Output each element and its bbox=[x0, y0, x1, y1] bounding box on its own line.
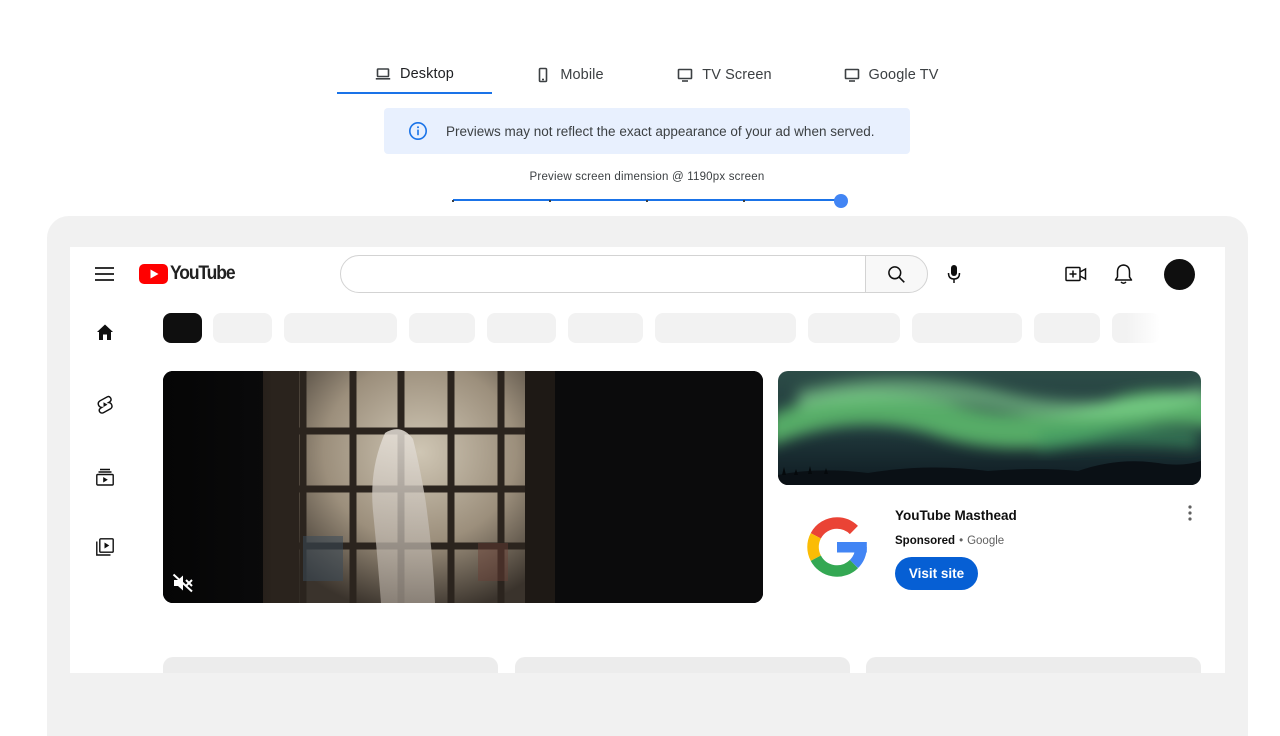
youtube-preview-screen: YouTube YouTube Masthead Sponsored • Goo… bbox=[70, 247, 1225, 673]
chip[interactable] bbox=[163, 313, 202, 343]
tab-google-tv[interactable]: Google TV bbox=[802, 56, 980, 94]
meta-separator: • bbox=[959, 535, 964, 547]
tab-label: TV Screen bbox=[702, 67, 772, 83]
youtube-logo[interactable]: YouTube bbox=[139, 263, 240, 285]
search-icon bbox=[888, 265, 905, 283]
preview-dimension-slider[interactable] bbox=[452, 192, 848, 210]
create-button[interactable] bbox=[1065, 263, 1087, 285]
create-video-icon bbox=[1065, 266, 1087, 282]
google-logo bbox=[807, 517, 867, 577]
masthead-video[interactable] bbox=[163, 371, 763, 603]
laptop-icon bbox=[375, 68, 391, 80]
youtube-play-icon bbox=[139, 264, 168, 284]
tab-tv-screen[interactable]: TV Screen bbox=[647, 56, 802, 94]
chip[interactable] bbox=[409, 313, 475, 343]
chip[interactable] bbox=[912, 313, 1022, 343]
slider-tick bbox=[743, 200, 745, 202]
slider-tick bbox=[646, 200, 648, 202]
voice-search-button[interactable] bbox=[943, 263, 965, 285]
masthead-companion-banner[interactable] bbox=[778, 371, 1201, 485]
aurora-image bbox=[778, 371, 1201, 485]
tv-icon bbox=[844, 68, 859, 82]
preview-dimension-label: Preview screen dimension @ 1190px screen bbox=[529, 171, 765, 183]
tab-label: Mobile bbox=[560, 67, 604, 83]
slider-tick bbox=[452, 200, 454, 202]
avatar[interactable] bbox=[1164, 259, 1195, 290]
ad-title: YouTube Masthead bbox=[895, 508, 1017, 523]
visit-site-button[interactable]: Visit site bbox=[895, 557, 978, 590]
search-button[interactable] bbox=[865, 255, 928, 293]
advertiser-name: Google bbox=[967, 535, 1005, 547]
chip[interactable] bbox=[1112, 313, 1160, 343]
bell-icon bbox=[1114, 264, 1132, 284]
info-icon bbox=[409, 122, 427, 140]
tv-icon bbox=[677, 68, 693, 82]
phone-icon bbox=[539, 67, 548, 83]
youtube-wordmark: YouTube bbox=[170, 263, 236, 284]
shorts-icon[interactable] bbox=[95, 394, 115, 414]
sponsored-label: Sponsored bbox=[895, 535, 956, 547]
subscriptions-icon[interactable] bbox=[95, 467, 115, 487]
video-card-placeholder bbox=[163, 657, 498, 673]
device-tabs: Desktop Mobile TV Screen Google TV bbox=[337, 56, 980, 96]
info-banner: Previews may not reflect the exact appea… bbox=[384, 108, 910, 154]
chip[interactable] bbox=[213, 313, 272, 343]
menu-icon[interactable] bbox=[95, 265, 115, 283]
slider-tick bbox=[549, 200, 551, 202]
info-banner-text: Previews may not reflect the exact appea… bbox=[446, 123, 875, 139]
notifications-button[interactable] bbox=[1112, 262, 1134, 286]
tab-label: Desktop bbox=[400, 66, 454, 82]
chip[interactable] bbox=[808, 313, 900, 343]
chip[interactable] bbox=[568, 313, 643, 343]
search-input[interactable] bbox=[340, 255, 866, 293]
video-frame bbox=[163, 371, 763, 603]
tab-label: Google TV bbox=[868, 67, 939, 83]
chip[interactable] bbox=[1034, 313, 1100, 343]
chip[interactable] bbox=[487, 313, 556, 343]
chip[interactable] bbox=[655, 313, 796, 343]
library-icon[interactable] bbox=[95, 537, 115, 557]
tab-mobile[interactable]: Mobile bbox=[492, 56, 647, 94]
chip[interactable] bbox=[284, 313, 397, 343]
more-options-icon[interactable] bbox=[1180, 503, 1200, 523]
video-card-placeholder bbox=[515, 657, 850, 673]
tab-desktop[interactable]: Desktop bbox=[337, 56, 492, 94]
ad-meta: Sponsored • Google bbox=[895, 535, 1004, 547]
slider-thumb[interactable] bbox=[834, 194, 848, 208]
home-icon[interactable] bbox=[95, 322, 115, 342]
mute-icon[interactable] bbox=[171, 571, 195, 595]
mic-icon bbox=[947, 265, 961, 283]
video-card-placeholder bbox=[866, 657, 1201, 673]
